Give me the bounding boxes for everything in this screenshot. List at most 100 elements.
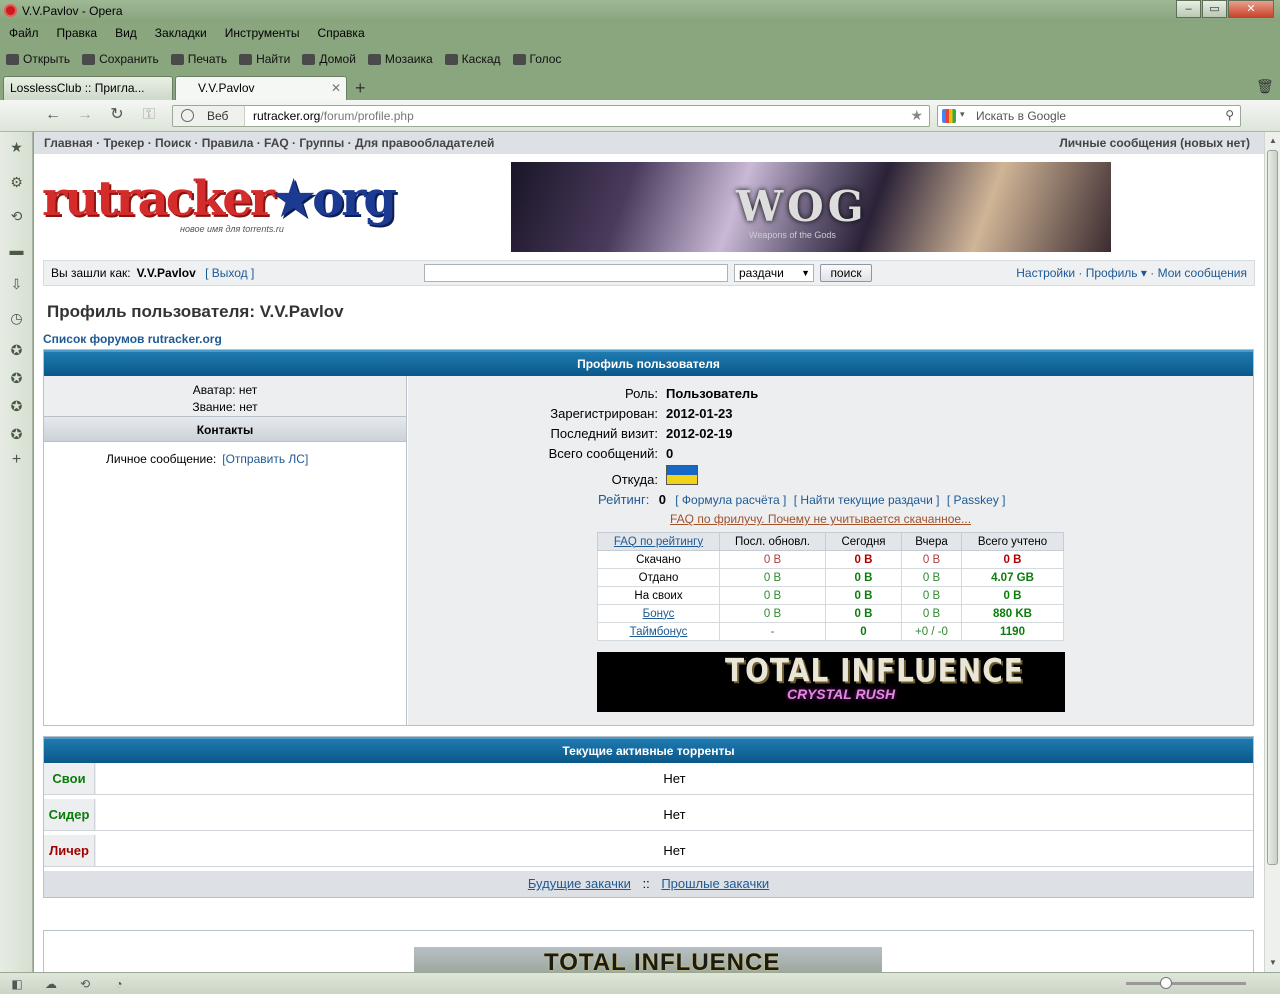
site-nav-links[interactable]: Главная · Трекер · Поиск · Правила · FAQ…: [44, 132, 494, 154]
private-messages-link[interactable]: Личные сообщения (новых нет): [1059, 132, 1250, 154]
bookmarks-icon[interactable]: ★: [9, 140, 24, 155]
avatar-field: Аватар: нет: [192, 383, 258, 397]
vertical-scrollbar[interactable]: ▲ ▼: [1264, 132, 1280, 972]
login-bar: Вы зашли как: V.V.Pavlov [ Выход ] раздач…: [43, 260, 1255, 286]
tab-losslessclub[interactable]: LosslessClub :: Пригла...: [3, 76, 173, 100]
forward-button[interactable]: →: [76, 106, 94, 124]
list-item: Свои Нет: [44, 763, 1253, 795]
panel-star-icon-3[interactable]: ✪: [9, 399, 24, 414]
open-button[interactable]: Открыть: [0, 46, 76, 72]
link-share-icon[interactable]: ⟲: [78, 977, 92, 991]
rutracker-logo[interactable]: rutracker★org новое имя для torrents.ru: [42, 172, 397, 238]
history-clock-icon[interactable]: ◷: [9, 311, 24, 326]
menu-file[interactable]: Файл: [0, 22, 48, 44]
minimize-button[interactable]: –: [1176, 0, 1201, 18]
stats-header-today: Сегодня: [825, 532, 902, 551]
print-button[interactable]: Печать: [165, 46, 233, 72]
speed-dial-icon[interactable]: ◔: [112, 977, 126, 991]
disk-icon: [82, 53, 96, 65]
table-row: Таймбонус - 0 +0 / -0 1190: [597, 622, 1064, 641]
profile-right-column: Роль: Пользователь Зарегистрирован: 2012-0…: [408, 376, 1253, 725]
field-location: Откуда:: [611, 472, 658, 487]
user-links[interactable]: Настройки · Профиль ▾ · Мои сообщения: [1016, 266, 1247, 280]
wog-banner-ad[interactable]: WOG Weapons of the Gods: [511, 162, 1111, 252]
forum-list-link[interactable]: Список форумов rutracker.org: [43, 332, 222, 346]
search-engine-dropdown-icon[interactable]: ▾: [960, 109, 965, 120]
voice-button[interactable]: Голос: [507, 46, 568, 72]
cascade-button[interactable]: Каскад: [439, 46, 507, 72]
stats-header-total: Всего учтено: [961, 532, 1064, 551]
notes-icon[interactable]: ▬: [9, 243, 24, 258]
find-button[interactable]: Найти: [233, 46, 296, 72]
unite-cloud-icon[interactable]: ☁: [44, 977, 58, 991]
zoom-slider-track[interactable]: [1126, 982, 1246, 985]
panel-star-icon-4[interactable]: ✪: [9, 427, 24, 442]
close-window-button[interactable]: ✕: [1228, 0, 1274, 18]
future-downloads-link[interactable]: Будущие закачки: [528, 876, 631, 891]
panel-star-icon-2[interactable]: ✪: [9, 371, 24, 386]
rank-field: Звание: нет: [192, 400, 258, 414]
bookmark-star-icon[interactable]: ★: [910, 107, 923, 124]
site-search-input[interactable]: [424, 264, 728, 282]
unite-icon[interactable]: ⟲: [9, 209, 24, 224]
reload-button[interactable]: ↻: [108, 106, 126, 124]
pm-label: Личное сообщение:: [106, 452, 217, 466]
passkey-link[interactable]: [ Passkey ]: [947, 493, 1006, 507]
send-pm-link[interactable]: [Отправить ЛС]: [222, 452, 308, 466]
scroll-down-icon[interactable]: ▼: [1268, 958, 1278, 968]
timebonus-link[interactable]: Таймбонус: [597, 622, 720, 641]
rating-formula-link[interactable]: [ Формула расчёта ]: [675, 493, 786, 507]
menu-view[interactable]: Вид: [106, 22, 146, 44]
address-field[interactable]: Веб rutracker.org/forum/profile.php ★: [172, 105, 930, 127]
stats-header-last-update: Посл. обновл.: [719, 532, 826, 551]
site-search-button[interactable]: поиск: [820, 264, 872, 282]
bonus-link[interactable]: Бонус: [597, 604, 720, 623]
window-title: V.V.Pavlov - Opera: [22, 4, 123, 18]
globe-icon: [181, 109, 194, 122]
field-total-posts: Всего сообщений: 0: [548, 446, 674, 461]
menu-help[interactable]: Справка: [309, 22, 374, 44]
stats-header-faq[interactable]: FAQ по рейтингу: [597, 532, 720, 551]
bottom-ad-panel: TOTAL INFLUENCE: [43, 930, 1254, 972]
panel-star-icon-1[interactable]: ✪: [9, 343, 24, 358]
scroll-thumb[interactable]: [1267, 150, 1278, 865]
find-current-torrents-link[interactable]: [ Найти текущие раздачи ]: [794, 493, 940, 507]
wand-key-icon[interactable]: ⚿: [140, 106, 158, 124]
bottom-total-influence-ad[interactable]: TOTAL INFLUENCE: [414, 947, 882, 972]
menu-tools[interactable]: Инструменты: [216, 22, 309, 44]
address-url: rutracker.org/forum/profile.php: [253, 109, 414, 123]
trash-icon[interactable]: 🗑: [1256, 78, 1274, 95]
home-icon: [302, 53, 316, 65]
folder-icon: [6, 53, 19, 65]
total-influence-ad[interactable]: TOTAL INFLUENCE CRYSTAL RUSH: [597, 652, 1065, 712]
freeleech-faq-link[interactable]: FAQ по фрилучу. Почему не учитывается ск…: [670, 512, 971, 526]
opera-logo-icon: [4, 4, 17, 17]
table-row: Бонус 0 B 0 B 0 B 880 KB: [597, 604, 1064, 623]
past-downloads-link[interactable]: Прошлые закачки: [661, 876, 769, 891]
menu-edit[interactable]: Правка: [48, 22, 107, 44]
back-button[interactable]: ←: [44, 106, 62, 124]
save-button[interactable]: Сохранить: [76, 46, 165, 72]
new-tab-button[interactable]: +: [355, 78, 366, 99]
home-button[interactable]: Домой: [296, 46, 362, 72]
field-registered: Зарегистрирован: 2012-01-23: [550, 406, 733, 421]
panel-toggle-icon[interactable]: ◧: [10, 977, 24, 991]
scroll-up-icon[interactable]: ▲: [1268, 136, 1278, 146]
settings-gear-icon[interactable]: ⚙: [9, 175, 24, 190]
downloads-icon[interactable]: ⇩: [9, 277, 24, 292]
logout-link[interactable]: [ Выход ]: [205, 266, 254, 280]
search-scope-select[interactable]: раздачи ▼: [734, 264, 814, 282]
add-panel-icon[interactable]: +: [9, 452, 24, 468]
mosaic-button[interactable]: Мозаика: [362, 46, 439, 72]
search-icon[interactable]: ⚲: [1225, 108, 1234, 122]
zoom-slider-handle[interactable]: [1160, 977, 1172, 989]
google-search-field[interactable]: ▾ Искать в Google ⚲: [937, 105, 1241, 127]
menu-bookmarks[interactable]: Закладки: [146, 22, 216, 44]
tab-vvpavlov[interactable]: V.V.Pavlov ✕: [175, 76, 347, 100]
address-mode[interactable]: Веб: [173, 106, 245, 126]
google-icon: [942, 109, 956, 123]
login-username: V.V.Pavlov: [136, 266, 196, 280]
close-tab-icon[interactable]: ✕: [331, 77, 341, 99]
maximize-button[interactable]: ▭: [1202, 0, 1227, 18]
opera-sidebar: ★ ⚙ ⟲ ▬ ⇩ ◷ ✪ ✪ ✪ ✪ +: [0, 132, 33, 972]
